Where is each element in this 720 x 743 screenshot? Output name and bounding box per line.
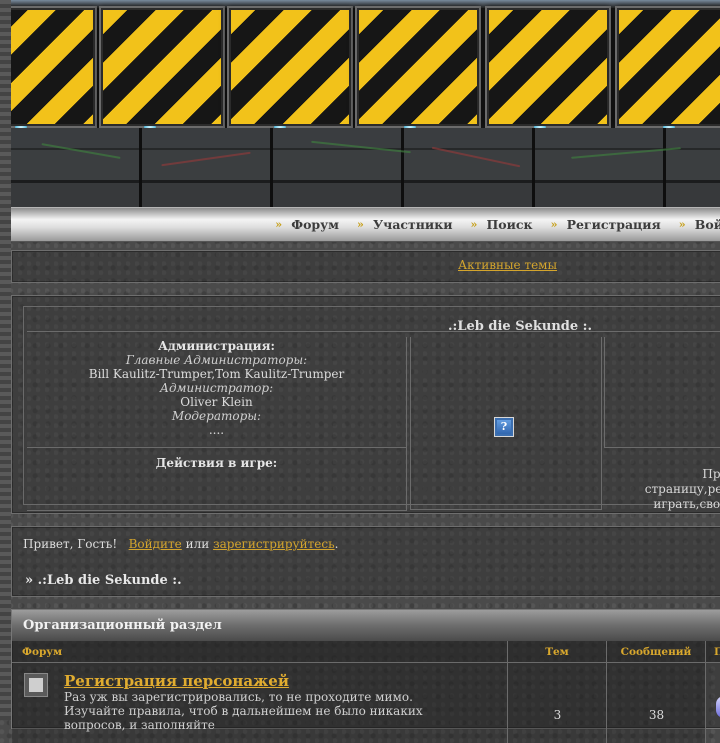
nav-search[interactable]: » Поиск bbox=[471, 217, 533, 232]
arrow-icon: » bbox=[275, 217, 283, 231]
forum-description: Раз уж вы зарегистрировались, то не прох… bbox=[64, 690, 423, 732]
right-text: Прекра страницу,регист играть,свободн bbox=[620, 467, 720, 512]
chief-admins-label: Главные Администраторы: bbox=[125, 353, 308, 367]
arrow-icon: » bbox=[470, 217, 478, 231]
moderators: .... bbox=[208, 423, 225, 437]
topics-cell bbox=[508, 663, 607, 743]
column-forum: Форум bbox=[12, 641, 508, 663]
nav-label: Участники bbox=[373, 217, 453, 232]
moderators-label: Модераторы: bbox=[171, 409, 262, 423]
admin-heading: Администрация: bbox=[158, 339, 275, 353]
last-post-avatar-icon[interactable] bbox=[716, 696, 720, 718]
nav-label: Поиск bbox=[486, 217, 533, 232]
right-text-line: Прекра bbox=[702, 467, 720, 481]
greeting-panel: Привет, Гость! Войдите или зарегистрируй… bbox=[11, 526, 720, 597]
info-panel: .:Leb die Sekunde :. Администрация: Глав… bbox=[11, 295, 720, 514]
nav-members[interactable]: » Участники bbox=[357, 217, 452, 232]
forum-status-icon bbox=[24, 673, 48, 697]
or-text: или bbox=[185, 537, 210, 551]
question-icon[interactable]: ? bbox=[494, 417, 514, 437]
header-banner bbox=[11, 0, 720, 207]
active-topics-link[interactable]: Активные темы bbox=[458, 258, 557, 272]
nav-login[interactable]: » Войти bbox=[679, 217, 720, 232]
login-link[interactable]: Войдите bbox=[129, 537, 182, 551]
left-border bbox=[0, 0, 11, 720]
active-topics-panel: Активные темы bbox=[11, 250, 720, 283]
greeting: Привет, Гость! Войдите или зарегистрируй… bbox=[23, 537, 338, 551]
section-title: Организационный раздел bbox=[12, 610, 720, 641]
info-table: .:Leb die Sekunde :. Администрация: Глав… bbox=[23, 306, 720, 511]
admin-name: Oliver Klein bbox=[180, 395, 253, 409]
game-actions-heading: Действия в игре: bbox=[155, 456, 278, 470]
forum-section: Организационный раздел Форум Тем Сообщен… bbox=[11, 609, 720, 743]
period: . bbox=[334, 537, 339, 551]
forum-title-link[interactable]: Регистрация персонажей bbox=[64, 672, 289, 690]
breadcrumb[interactable]: » .:Leb die Sekunde :. bbox=[25, 573, 182, 588]
right-text-line: играть,свободн bbox=[653, 497, 720, 511]
nav-label: Войти bbox=[694, 217, 720, 232]
column-messages: Сообщений bbox=[607, 641, 706, 663]
greeting-text: Привет, Гость! bbox=[23, 537, 118, 551]
game-actions-cell: Действия в игре: bbox=[27, 447, 407, 511]
right-text-line: страницу,регист bbox=[644, 482, 720, 496]
administration-cell: Администрация: Главные Администраторы: B… bbox=[27, 337, 407, 448]
nav-label: Регистрация bbox=[566, 217, 661, 232]
nav-label: Форум bbox=[291, 217, 340, 232]
arrow-icon: » bbox=[678, 217, 686, 231]
nav-register[interactable]: » Регистрация bbox=[551, 217, 661, 232]
hazard-stripes bbox=[11, 0, 720, 128]
right-cell bbox=[604, 337, 720, 448]
messages-cell bbox=[607, 663, 706, 743]
arrow-icon: » bbox=[550, 217, 558, 231]
metal-panel bbox=[11, 128, 720, 207]
register-link[interactable]: зарегистрируйтесь bbox=[213, 537, 335, 551]
arrow-icon: » bbox=[357, 217, 364, 231]
column-topics: Тем bbox=[508, 641, 607, 663]
chief-admins: Bill Kaulitz-Trumper,Tom Kaulitz-Trumper bbox=[88, 367, 345, 381]
nav-forum[interactable]: » Форум bbox=[275, 217, 339, 232]
admin-label: Администратор: bbox=[159, 381, 274, 395]
column-last-post: П bbox=[706, 641, 720, 663]
main-navbar: » Форум » Участники » Поиск » Регистрация » В… bbox=[11, 207, 720, 242]
